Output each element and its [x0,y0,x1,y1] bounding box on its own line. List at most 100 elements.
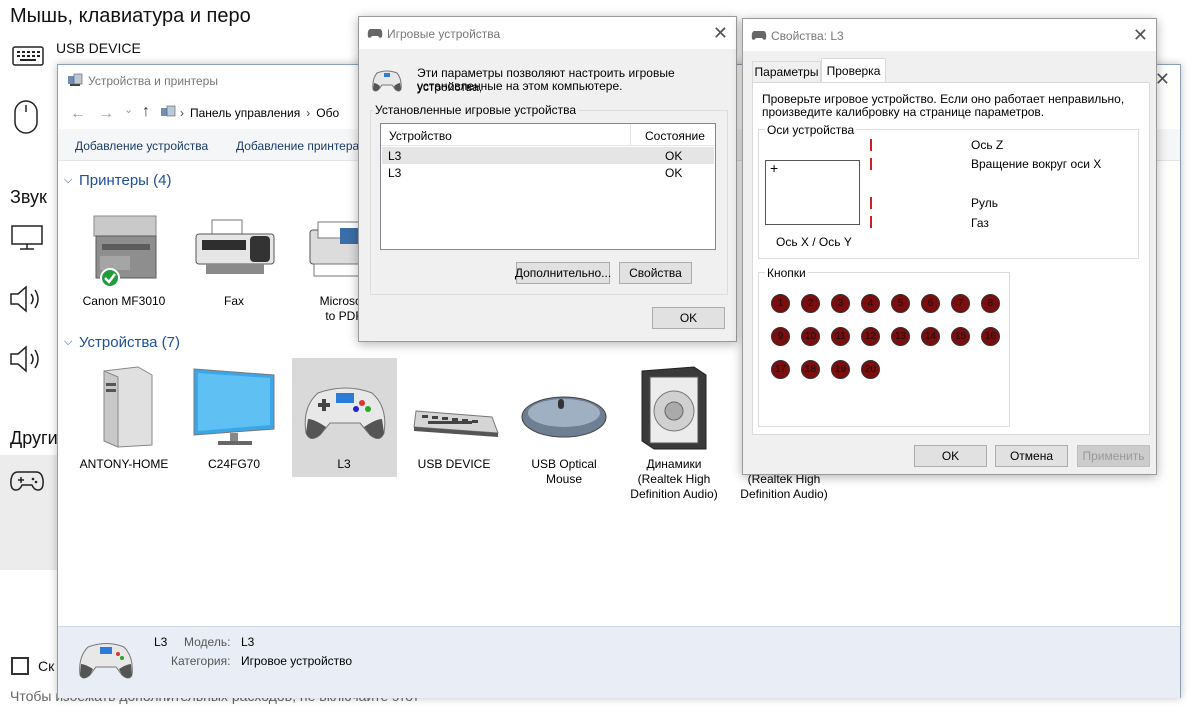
window-title: Устройства и принтеры [88,74,218,88]
device-c24fg70[interactable]: C24FG70 [182,365,286,475]
fax-icon [195,219,275,274]
monitor-icon [7,218,47,258]
speaker-icon [641,366,707,450]
keyboard-icon [8,36,48,76]
control-panel-icon [160,105,176,122]
installed-devices-legend: Установленные игровые устройства [373,103,579,117]
breadcrumb-item[interactable]: Обо [316,106,339,120]
titlebar: Свойства: L3 ✕ [743,19,1156,51]
device-label: ANTONY-HOME [79,457,169,471]
device-speakers[interactable]: Динамики (Realtek High Definition Audio) [622,365,726,505]
button-indicator: 15 [951,327,970,346]
button-indicator: 9 [771,327,790,346]
button-indicator: 3 [831,294,850,313]
device-label-line2: Definition Audio) [740,487,828,501]
up-arrow-icon[interactable]: ↑ [142,103,150,121]
chevron-down-icon[interactable]: ⌵ [64,336,72,349]
devices-group-header[interactable]: Устройства (7) [79,334,180,351]
tab-parameters[interactable]: Параметры [752,61,821,83]
table-row[interactable]: L3 OK [382,164,714,181]
devices-list[interactable]: Устройство Состояние L3 OK L3 OK [380,123,716,250]
ok-button[interactable]: OK [652,307,725,329]
button-indicator: 10 [801,327,820,346]
device-label: USB Optical [531,457,597,471]
details-category-label: Категория: [171,654,231,668]
printer-canon[interactable]: Canon MF3010 [72,210,176,315]
close-icon[interactable]: ✕ [1155,69,1170,90]
printers-group-header[interactable]: Принтеры (4) [79,172,171,189]
column-header-status[interactable]: Состояние [645,129,705,143]
ok-button[interactable]: OK [914,445,987,467]
button-indicator: 17 [771,360,790,379]
buttons-group [758,272,1010,427]
gamepad-icon [7,461,47,501]
column-header-device[interactable]: Устройство [389,129,452,143]
details-model-value: L3 [241,635,255,649]
dialog-title: Игровые устройства [387,27,501,41]
chevron-down-icon[interactable]: ⌵ [64,174,72,187]
device-l3[interactable]: L3 [292,365,396,475]
speaker-icon [7,279,47,319]
button-indicator: 4 [861,294,880,313]
titlebar: Игровые устройства ✕ [359,17,736,49]
device-label: L3 [337,457,351,471]
game-controllers-dialog: Игровые устройства ✕ Эти параметры позво… [358,16,737,342]
button-indicator: 5 [891,294,910,313]
button-indicator: 19 [831,360,850,379]
device-usb-device[interactable]: USB DEVICE [402,365,506,475]
gamepad-icon [304,387,386,439]
device-label-line2: Mouse [545,472,583,486]
devices-printers-icon [67,73,83,90]
forward-arrow-icon[interactable]: → [98,105,114,123]
device-antony-home[interactable]: ANTONY-HOME [72,365,176,475]
details-category-value: Игровое устройство [241,654,353,668]
mouse-icon [6,97,46,137]
row-status: OK [665,149,683,163]
properties-button[interactable]: Свойства [619,262,692,284]
instructions-line1: Проверьте игровое устройство. Если оно р… [762,92,1125,106]
back-arrow-icon[interactable]: ← [70,105,86,123]
usb-device-setting[interactable]: USB DEVICE [56,40,141,56]
device-label-line2: (Realtek High [637,472,711,486]
button-indicator: 20 [861,360,880,379]
device-usb-optical-mouse[interactable]: USB Optical Mouse [512,365,616,490]
device-label: C24FG70 [207,457,261,471]
properties-dialog: Свойства: L3 ✕ Параметры Проверка Провер… [742,18,1157,475]
printer-fax[interactable]: Fax [182,210,286,315]
chevron-down-icon[interactable]: ⌄ [124,103,133,116]
add-printer-button[interactable]: Добавление принтера [236,139,359,153]
details-pane: L3 Модель: L3 Категория: Игровое устройс… [58,626,1180,698]
advanced-button[interactable]: Дополнительно... [515,262,611,284]
settings-title: Мышь, клавиатура и перо [10,5,251,27]
axes-legend: Оси устройства [765,123,857,137]
add-device-button[interactable]: Добавление устройства [75,139,208,153]
button-indicator: 13 [891,327,910,346]
buttons-legend: Кнопки [765,266,808,280]
button-indicator: 2 [801,294,820,313]
axis-z-label: Ось Z [971,138,1004,152]
description-line2: установленные на этом компьютере. [417,79,623,93]
xy-axis-label: Ось X / Ось Y [776,235,852,249]
device-label: Canon MF3010 [82,294,166,308]
button-indicator: 12 [861,327,880,346]
close-icon[interactable]: ✕ [713,23,728,44]
cancel-button[interactable]: Отмена [995,445,1068,467]
instructions-line2: произведите калибровку на странице парам… [762,105,1045,119]
gamepad-icon [751,29,767,44]
speaker-icon-2 [7,339,47,379]
button-indicator: 16 [981,327,1000,346]
close-icon[interactable]: ✕ [1133,25,1148,46]
table-row[interactable]: L3 OK [382,147,714,164]
tab-test[interactable]: Проверка [821,58,886,83]
gamepad-setting-item[interactable] [0,455,60,570]
button-indicator: 1 [771,294,790,313]
button-indicator: 6 [921,294,940,313]
details-model-label: Модель: [184,635,231,649]
breadcrumb-control-panel[interactable]: Панель управления [190,106,300,120]
row-status: OK [665,166,683,180]
xy-axis-box: + [765,160,860,225]
details-device-name: L3 [154,635,168,649]
apply-button[interactable]: Применить [1077,445,1150,467]
axis-rotation-label: Вращение вокруг оси X [971,157,1102,171]
checkbox[interactable] [11,657,29,675]
